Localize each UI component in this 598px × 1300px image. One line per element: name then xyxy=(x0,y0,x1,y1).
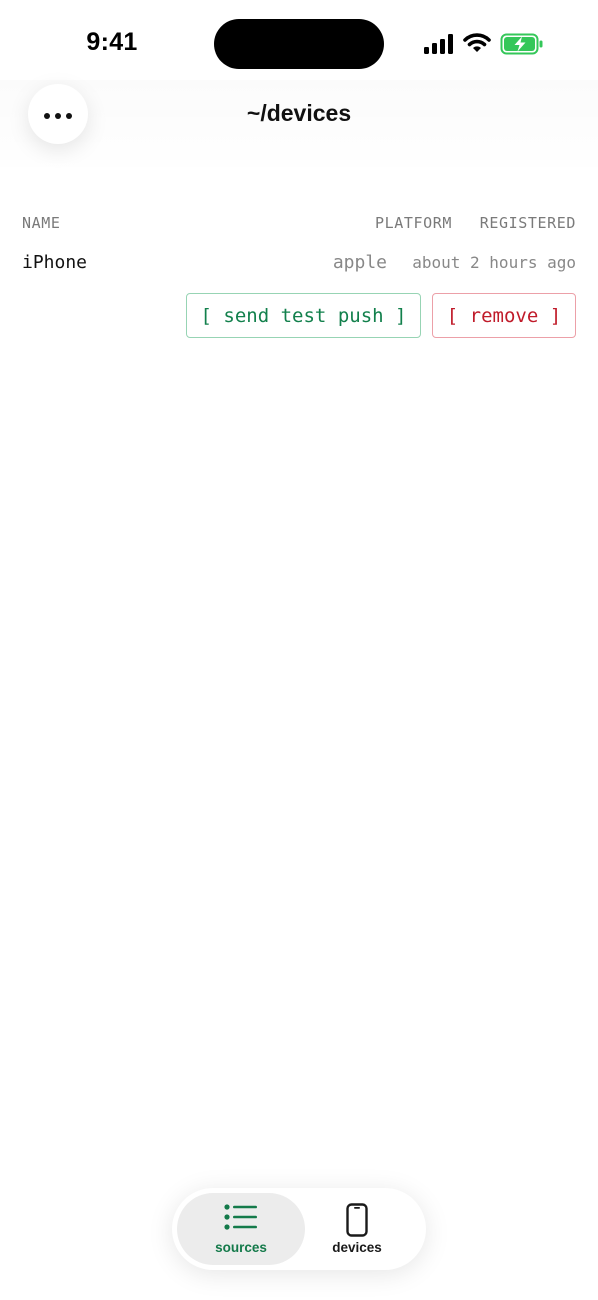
header-bar xyxy=(0,80,598,180)
tab-sources[interactable]: sources xyxy=(177,1193,305,1265)
status-time: 9:41 xyxy=(86,28,138,56)
device-platform: apple xyxy=(332,252,387,273)
column-header-name: NAME xyxy=(22,214,61,232)
device-name: iPhone xyxy=(22,252,88,273)
send-test-push-button[interactable]: [ send test push ] xyxy=(186,293,421,338)
battery-charging-icon xyxy=(500,33,544,59)
column-header-platform: PLATFORM xyxy=(374,214,452,232)
tab-devices-label: devices xyxy=(332,1240,382,1255)
tab-bar: sources devices xyxy=(172,1188,426,1270)
column-header-registered: REGISTERED xyxy=(479,214,576,232)
list-icon xyxy=(224,1203,258,1235)
wifi-icon xyxy=(463,32,491,58)
phone-icon xyxy=(346,1203,368,1241)
cellular-signal-icon xyxy=(424,34,454,58)
remove-device-button[interactable]: [ remove ] xyxy=(432,293,576,338)
page-title: ~/devices xyxy=(246,100,352,126)
dynamic-island xyxy=(214,19,384,69)
tab-devices[interactable]: devices xyxy=(293,1193,421,1265)
tab-sources-label: sources xyxy=(215,1240,267,1255)
status-bar: 9:41 xyxy=(0,0,598,90)
device-registered-time: about 2 hours ago xyxy=(412,253,576,272)
